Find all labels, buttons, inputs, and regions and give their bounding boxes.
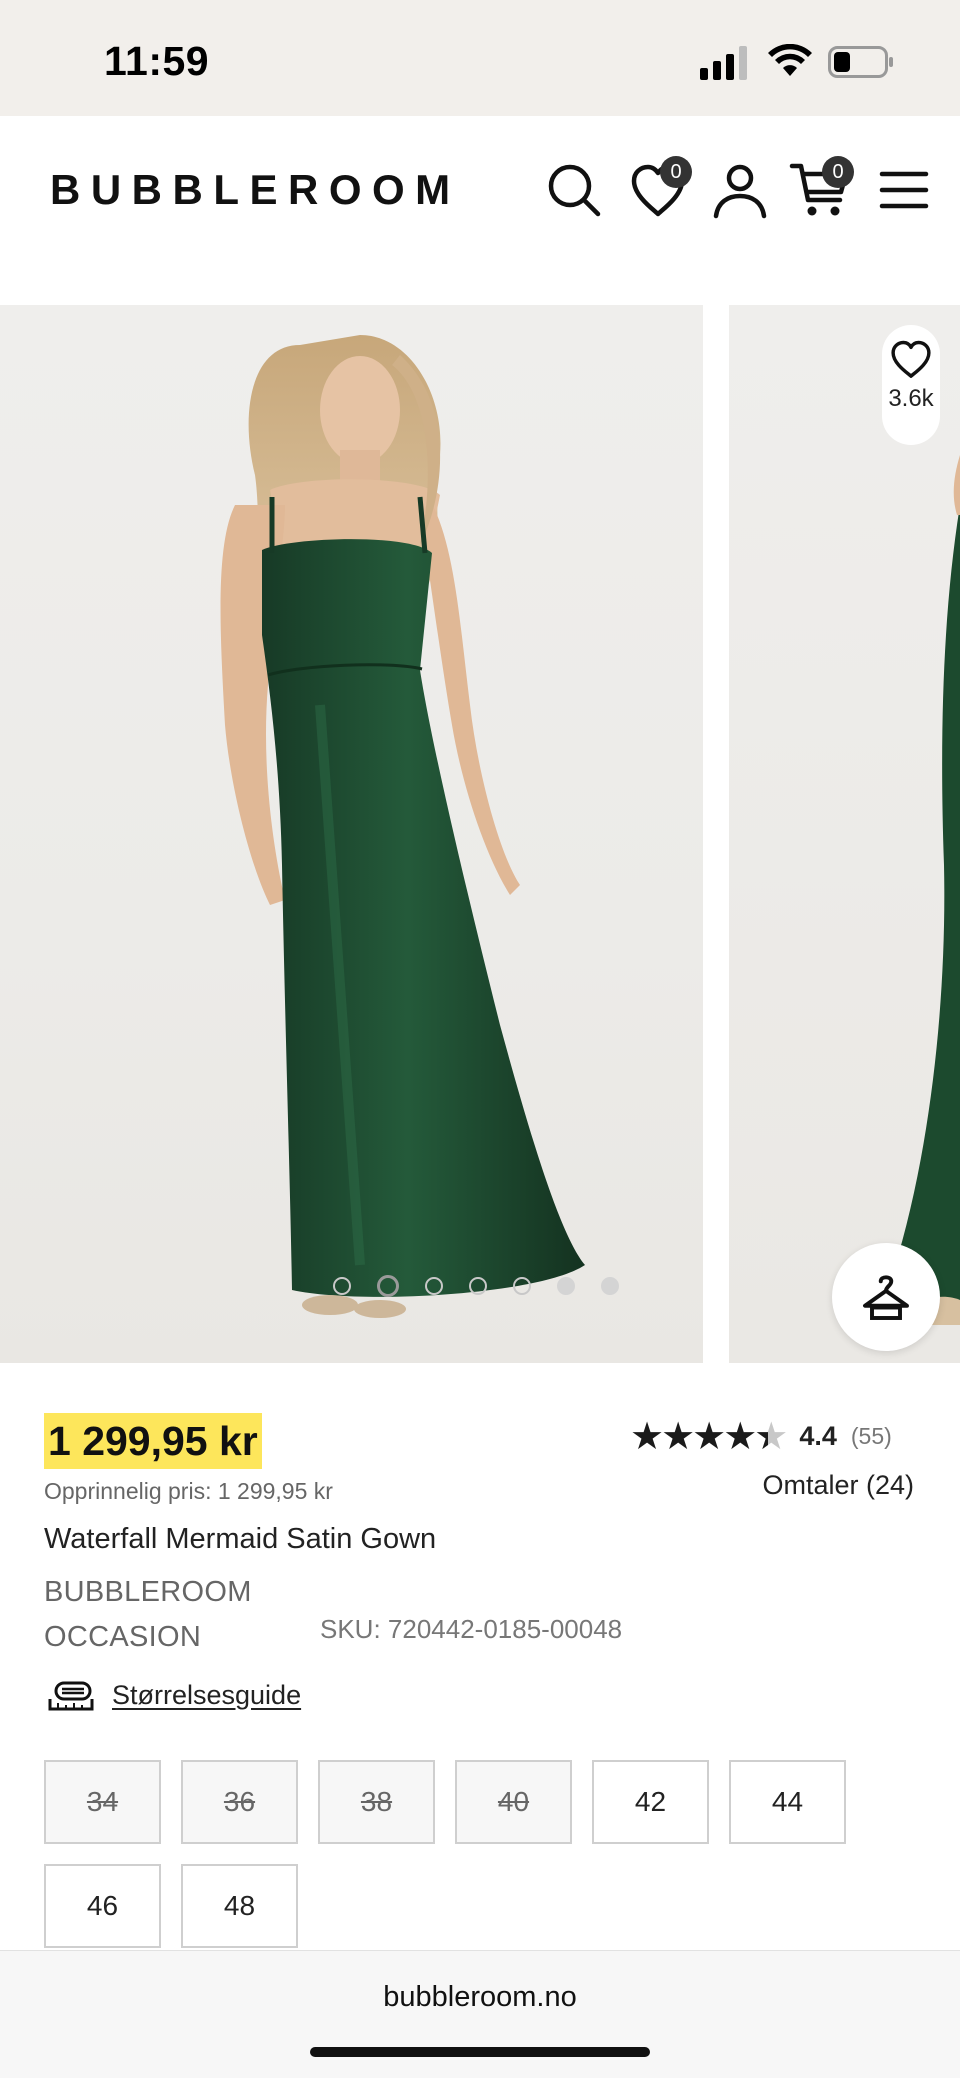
rating-count: (55)	[850, 1423, 892, 1449]
product-image-gallery[interactable]: 3.6k	[0, 305, 960, 1363]
favorite-count: 3.6k	[888, 385, 934, 412]
size-selector: 34 36 38 40 42 44 46 48	[44, 1760, 874, 1948]
product-brand[interactable]: BUBBLEROOM OCCASION	[44, 1570, 284, 1660]
size-option-38[interactable]: 38	[318, 1760, 435, 1844]
battery-icon	[828, 46, 893, 78]
heart-outline-icon	[891, 340, 931, 378]
product-sku: SKU: 720442-0185-00048	[320, 1614, 623, 1644]
gallery-dot[interactable]	[333, 1277, 351, 1295]
cart-count-badge: 0	[822, 156, 854, 188]
hanger-icon	[863, 1275, 909, 1320]
brand-logo[interactable]: BUBBLEROOM	[50, 166, 461, 214]
rating-value: 4.4	[799, 1421, 837, 1451]
gallery-pagination	[333, 1275, 619, 1297]
reviews-link[interactable]: Omtaler (24)	[762, 1470, 914, 1501]
account-icon[interactable]	[708, 158, 772, 222]
star-rating-icon: ★★★★★★	[630, 1416, 788, 1458]
gallery-dot[interactable]	[601, 1277, 619, 1295]
product-photo[interactable]	[0, 305, 703, 1363]
cellular-signal-icon	[700, 46, 747, 80]
next-product-photo[interactable]	[729, 305, 960, 1363]
gallery-dot[interactable]	[425, 1277, 443, 1295]
menu-icon[interactable]	[872, 158, 936, 222]
original-price: Opprinnelig pris: 1 299,95 kr	[44, 1478, 333, 1504]
gallery-dot[interactable]	[513, 1277, 531, 1295]
wishlist-button[interactable]: 0	[622, 116, 702, 266]
size-option-42[interactable]: 42	[592, 1760, 709, 1844]
gallery-dot-active[interactable]	[377, 1275, 399, 1297]
url-text[interactable]: bubbleroom.no	[0, 1981, 960, 2014]
gallery-dot[interactable]	[469, 1277, 487, 1295]
size-option-40[interactable]: 40	[455, 1760, 572, 1844]
product-price: 1 299,95 kr	[44, 1413, 262, 1469]
size-option-34[interactable]: 34	[44, 1760, 161, 1844]
cart-button[interactable]: 0	[786, 116, 866, 266]
product-title: Waterfall Mermaid Satin Gown	[44, 1523, 437, 1555]
try-on-button[interactable]	[832, 1243, 940, 1351]
size-option-36[interactable]: 36	[181, 1760, 298, 1844]
browser-address-bar: bubbleroom.no	[0, 1950, 960, 2078]
search-icon[interactable]	[542, 158, 606, 222]
size-option-44[interactable]: 44	[729, 1760, 846, 1844]
wishlist-count-badge: 0	[660, 156, 692, 188]
status-time: 11:59	[104, 38, 210, 84]
wifi-icon	[768, 44, 812, 76]
size-option-46[interactable]: 46	[44, 1864, 161, 1948]
product-rating[interactable]: ★★★★★★ 4.4 (55)	[630, 1414, 892, 1459]
next-photo-illustration	[889, 455, 960, 1325]
size-guide-label: Størrelsesguide	[112, 1680, 302, 1710]
gallery-dot[interactable]	[557, 1277, 575, 1295]
size-option-48[interactable]: 48	[181, 1864, 298, 1948]
status-bar: 11:59	[0, 0, 960, 116]
home-indicator[interactable]	[310, 2047, 650, 2057]
model-in-dress-illustration	[220, 335, 585, 1318]
measuring-tape-icon	[48, 1681, 94, 1710]
favorite-button[interactable]: 3.6k	[882, 325, 940, 445]
size-guide-link[interactable]: Størrelsesguide	[48, 1680, 301, 1711]
site-header: BUBBLEROOM 0 0	[0, 116, 960, 266]
